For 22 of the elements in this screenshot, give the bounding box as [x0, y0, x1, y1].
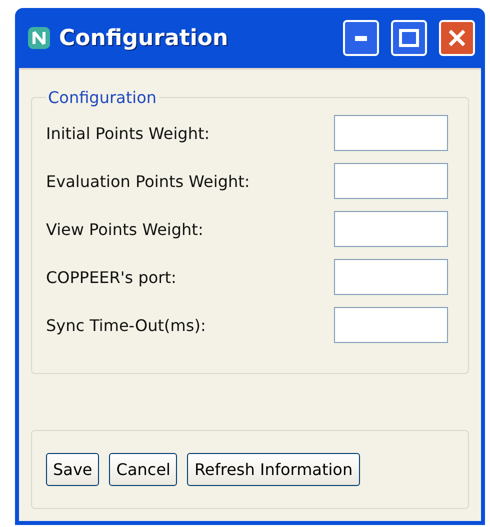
field-label: Initial Points Weight:	[46, 124, 210, 142]
maximize-icon	[399, 29, 419, 47]
field-label: Sync Time-Out(ms):	[46, 316, 206, 334]
minimize-icon	[355, 36, 367, 40]
input-field[interactable]	[334, 163, 448, 199]
cancel-button[interactable]: Cancel	[109, 453, 178, 486]
minimize-button[interactable]	[343, 20, 379, 56]
maximize-button[interactable]	[391, 20, 427, 56]
close-button[interactable]	[439, 20, 475, 56]
input-field[interactable]	[334, 115, 448, 151]
field-label: View Points Weight:	[46, 220, 204, 238]
save-button[interactable]: Save	[46, 453, 100, 486]
close-icon	[448, 29, 466, 47]
group-legend: Configuration	[46, 88, 159, 107]
input-field[interactable]	[334, 259, 448, 295]
field-label: COPPEER's port:	[46, 268, 176, 286]
refresh-button[interactable]: Refresh Information	[187, 453, 360, 486]
field-label: Evaluation Points Weight:	[46, 172, 250, 190]
input-field[interactable]	[334, 307, 448, 343]
window-title: Configuration	[59, 26, 230, 50]
app-icon	[27, 26, 51, 50]
input-field[interactable]	[334, 211, 448, 247]
